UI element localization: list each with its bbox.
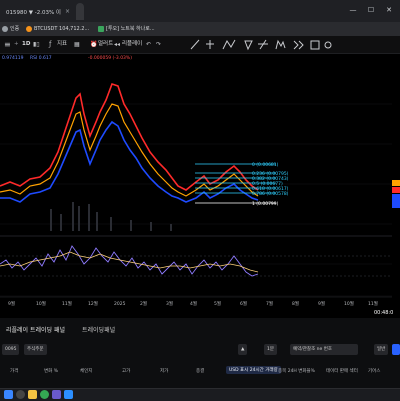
bookmark-icon — [2, 26, 8, 32]
crosshair-tool-icon — [206, 40, 214, 49]
column-header[interactable]: 체인지 — [80, 368, 92, 374]
tab-trading-panel[interactable]: 트레이딩패널 — [82, 325, 115, 334]
add-symbol-button[interactable]: + — [14, 38, 19, 51]
time-readout: 00:48:0 — [374, 310, 393, 316]
column-header[interactable]: 기어스 — [368, 368, 380, 374]
column-header[interactable]: 종결 — [196, 368, 204, 374]
menu-icon[interactable]: ≡ — [4, 38, 11, 51]
shape-tool-icon — [244, 40, 253, 51]
alert-icon[interactable]: ⏰ — [90, 38, 97, 51]
bookmark-label: BTCUSDT 104,712.2... — [34, 26, 90, 32]
x-tick-label: 4월 — [190, 300, 197, 307]
alert-button[interactable]: 얼러트 — [98, 38, 113, 51]
chrome-icon[interactable] — [40, 390, 49, 399]
x-axis-ticks: 9월 10월 11월 12월 2025 2월 3월 4월 5월 6월 7월 8월 9월 10월 11월 — [8, 300, 378, 307]
trendline-tool-icon — [190, 39, 200, 50]
browser-tab-label: 015980 ▼ -2.03% 이 — [6, 9, 61, 16]
redo-icon[interactable]: ↷ — [156, 38, 161, 51]
app-icon[interactable] — [52, 390, 61, 399]
undo-icon[interactable]: ↶ — [146, 38, 151, 51]
legend-value-3: -0.000059 (-3.03%) — [88, 56, 132, 61]
search-field[interactable]: 예약/관찰조 ne 번호 — [290, 344, 358, 355]
trading-panel: 리플레이 트레이딩 패널 트레이딩패널 0095 주식주문 ▲ 1분 예약/관찰… — [0, 318, 400, 388]
layout-icon[interactable]: ▦ — [74, 38, 80, 51]
mode-select[interactable]: 일반 — [374, 344, 389, 355]
price-chart[interactable]: 0 (0.00681) 0.236 (0.00795) 0.382 (0.007… — [0, 64, 400, 317]
pattern-tool-icon — [222, 39, 236, 50]
fib-level-label-6: 1 (0.00799) — [252, 201, 279, 207]
browser-tab-strip: 015980 ▼ -2.03% 이 × — ☐ ✕ — [0, 0, 400, 23]
column-header[interactable]: USD 표시 24시간 거래량 — [226, 366, 281, 374]
bookmark-item[interactable]: [투오] 노트북 하나로... — [98, 23, 155, 35]
fib-tool-icon — [258, 39, 268, 50]
circle-tool-icon — [324, 41, 332, 49]
rectangle-tool-icon — [310, 40, 320, 50]
bookmark-item[interactable]: BTCUSDT 104,712.2... — [26, 23, 89, 35]
windows-icon[interactable] — [4, 390, 13, 399]
x-tick-label: 11월 — [62, 300, 72, 307]
explorer-icon[interactable] — [28, 390, 37, 399]
column-header[interactable]: 테이터 판매 섹터 — [326, 368, 358, 374]
price-marker-orange — [392, 180, 400, 186]
bookmark-label: 인증 — [10, 26, 20, 32]
x-tick-label: 2025 — [114, 301, 126, 307]
x-tick-label: 10월 — [36, 300, 46, 307]
price-marker-blue — [392, 194, 400, 208]
replay-icon[interactable]: ◂◂ — [114, 38, 120, 51]
fib-level-label-5: 0.786 (0.00578) — [252, 191, 289, 197]
x-tick-label: 6월 — [240, 300, 247, 307]
interval-button[interactable]: 1D — [22, 38, 30, 51]
x-tick-label: 9월 — [318, 300, 325, 307]
taskbar — [0, 388, 400, 401]
x-tick-label: 8월 — [292, 300, 299, 307]
submit-button[interactable] — [392, 344, 400, 355]
order-pill[interactable]: 주식주문 — [24, 344, 47, 355]
x-tick-label: 5월 — [214, 300, 221, 307]
column-header[interactable]: 변화 % — [44, 368, 58, 374]
indicators-icon[interactable]: ƒ — [49, 38, 51, 51]
tab-replay-trading-panel[interactable]: 리플레이 트레이딩 패널 — [6, 325, 65, 334]
bookmark-label: [투오] 노트북 하나로... — [106, 26, 155, 32]
x-tick-label: 3월 — [166, 300, 173, 307]
price-marker-red — [392, 187, 400, 193]
x-tick-label: 12월 — [88, 300, 98, 307]
bookmark-item[interactable]: 인증 — [2, 23, 19, 35]
x-tick-label: 9월 — [8, 300, 15, 307]
column-header[interactable]: 가격 — [10, 368, 18, 374]
browser-tab-placeholder — [76, 3, 84, 20]
bookmarks-bar: 인증 BTCUSDT 104,712.2... [투오] 노트북 하나로... — [0, 22, 400, 36]
indicators-button[interactable]: 지표 — [57, 38, 67, 51]
page-icon — [98, 26, 104, 32]
direction-pill[interactable]: ▲ — [238, 344, 248, 355]
symbol-pill[interactable]: 0095 — [2, 344, 20, 355]
indicator-legend: 0.974119 RSI 0.617 -0.000059 (-3.03%) — [0, 54, 400, 64]
drawing-tools — [190, 39, 332, 51]
column-header[interactable]: 저가 — [160, 368, 168, 374]
x-tick-label: 11월 — [368, 300, 378, 307]
timeframe-pill[interactable]: 1분 — [264, 344, 278, 355]
replay-button[interactable]: 리플레이 — [122, 38, 142, 51]
close-window-icon[interactable]: ✕ — [382, 4, 396, 16]
legend-value-2: RSI 0.617 — [30, 56, 52, 61]
minimize-icon[interactable]: — — [346, 4, 360, 16]
app-icon-2[interactable] — [64, 390, 73, 399]
browser-tab-1[interactable]: 015980 ▼ -2.03% 이 × — [2, 3, 74, 20]
bitcoin-icon — [26, 26, 32, 32]
maximize-icon[interactable]: ☐ — [364, 4, 378, 16]
search-icon[interactable] — [16, 390, 25, 399]
wave-tool-icon — [275, 39, 286, 50]
x-tick-label: 2월 — [140, 300, 147, 307]
fib-level-label-0: 0 (0.00681) — [252, 162, 279, 168]
arrow-tool-icon — [293, 40, 304, 50]
x-tick-label: 10월 — [344, 300, 354, 307]
x-tick-label: 7월 — [266, 300, 273, 307]
chart-type-icon[interactable]: ▮▯ — [33, 38, 40, 51]
column-header[interactable]: 종목 24H 변화율% — [278, 368, 315, 374]
chart-toolbar: ≡ + 1D ▮▯ ƒ 지표 ▦ ⏰ 얼러트 ◂◂ 리플레이 ↶ ↷ — [0, 36, 400, 54]
close-tab-icon[interactable]: × — [65, 8, 70, 15]
column-header[interactable]: 고가 — [122, 368, 130, 374]
legend-value-1: 0.974119 — [2, 56, 24, 61]
